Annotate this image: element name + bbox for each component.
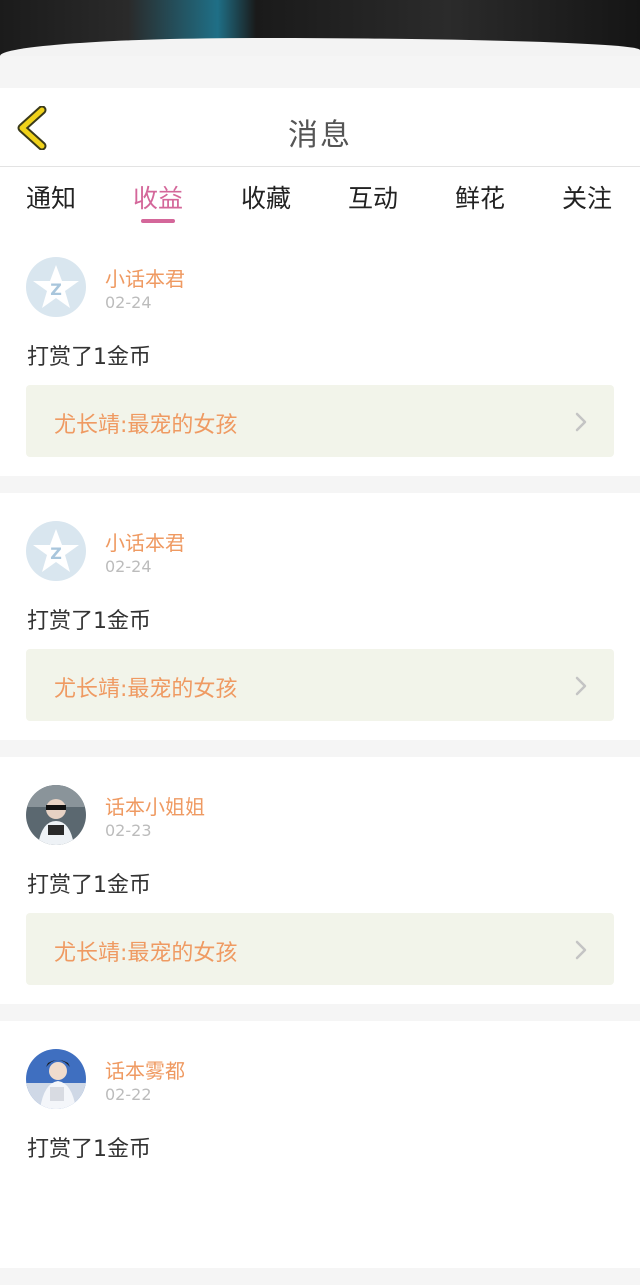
message-action: 打赏了1金币 [27,873,151,898]
message-date: 02-24 [105,293,152,312]
book-title: 尤长靖:最宠的女孩 [54,413,238,438]
book-title: 尤长靖:最宠的女孩 [54,941,238,966]
book-title: 尤长靖:最宠的女孩 [54,677,238,702]
message-action: 打赏了1金币 [27,609,151,634]
message-date: 02-24 [105,557,152,576]
tab-following[interactable]: 关注 [562,179,612,215]
user-photo-icon [26,785,86,845]
avatar[interactable]: Z [26,257,86,317]
star-logo-icon: Z [33,529,79,572]
svg-text:Z: Z [50,544,62,563]
page-title: 消息 [288,118,352,153]
chevron-right-icon [575,412,587,432]
message-card: 话本雾都 02-22 打赏了1金币 [0,1021,640,1268]
message-card: Z 小话本君 02-24 打赏了1金币 尤长靖:最宠的女孩 [0,493,640,740]
tab-bar: 通知 收益 收藏 互动 鲜花 关注 [0,167,640,229]
user-photo-icon [26,1049,86,1109]
avatar[interactable] [26,785,86,845]
message-action: 打赏了1金币 [27,1137,151,1162]
tab-favorites[interactable]: 收藏 [241,179,291,215]
chevron-right-icon [575,676,587,696]
chevron-right-icon [575,940,587,960]
message-action: 打赏了1金币 [27,345,151,370]
message-list: Z 小话本君 02-24 打赏了1金币 尤长靖:最宠的女孩 Z 小话本君 02-… [0,229,640,1285]
tab-earnings[interactable]: 收益 [133,179,183,215]
username[interactable]: 小话本君 [105,263,185,292]
book-link[interactable]: 尤长靖:最宠的女孩 [26,649,614,721]
active-tab-indicator [141,219,175,223]
avatar[interactable] [26,1049,86,1109]
spacer [0,56,640,88]
book-link[interactable]: 尤长靖:最宠的女孩 [26,913,614,985]
username[interactable]: 话本小姐姐 [105,791,205,820]
username[interactable]: 话本雾都 [105,1055,185,1084]
svg-text:Z: Z [50,280,62,299]
message-date: 02-22 [105,1085,152,1104]
star-logo-icon: Z [33,265,79,308]
message-card: 话本小姐姐 02-23 打赏了1金币 尤长靖:最宠的女孩 [0,757,640,1004]
navigation-bar: 消息 [0,88,640,167]
tab-interactions[interactable]: 互动 [348,179,398,215]
message-card: Z 小话本君 02-24 打赏了1金币 尤长靖:最宠的女孩 [0,229,640,476]
tab-notifications[interactable]: 通知 [26,179,76,215]
message-date: 02-23 [105,821,152,840]
book-link[interactable]: 尤长靖:最宠的女孩 [26,385,614,457]
tab-flowers[interactable]: 鲜花 [455,179,505,215]
username[interactable]: 小话本君 [105,527,185,556]
avatar[interactable]: Z [26,521,86,581]
